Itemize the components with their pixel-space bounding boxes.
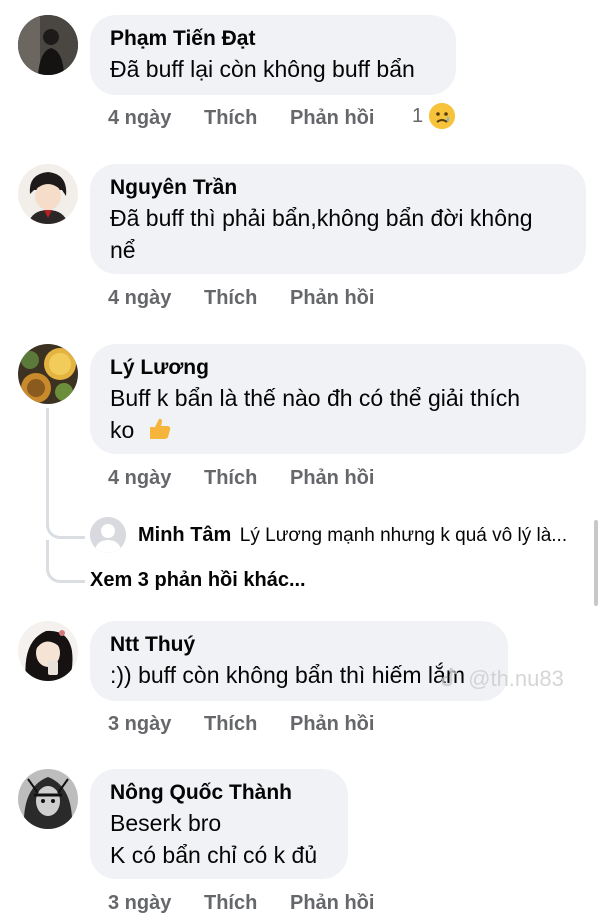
comment-author[interactable]: Ntt Thuý (110, 631, 488, 659)
sad-face-icon (429, 103, 456, 129)
comment-bubble: Nông Quốc Thành Beserk bro K có bẩn chỉ … (90, 769, 348, 879)
reply-button[interactable]: Phản hồi (290, 888, 374, 918)
scrollbar[interactable] (594, 520, 598, 606)
like-button[interactable]: Thích (204, 709, 257, 739)
reply-author[interactable]: Minh Tâm (138, 524, 231, 546)
avatar[interactable] (18, 15, 78, 75)
comment-text: ko (110, 417, 135, 443)
view-more-replies[interactable]: Xem 3 phản hồi khác... (90, 566, 306, 594)
reply-button[interactable]: Phản hồi (290, 283, 374, 313)
comment-time[interactable]: 3 ngày (108, 888, 171, 918)
comment-bubble: Phạm Tiến Đạt Đã buff lại còn không buff… (90, 15, 456, 95)
thumbs-up-icon (147, 415, 173, 449)
comment-text: :)) buff còn không bẩn thì hiếm lắm (110, 662, 465, 688)
thread-branch (46, 512, 85, 539)
reply-button[interactable]: Phản hồi (290, 103, 374, 133)
thread-branch (46, 540, 85, 583)
comment-text: nể (110, 237, 136, 263)
avatar[interactable] (18, 769, 78, 829)
comment-time[interactable]: 3 ngày (108, 709, 171, 739)
reply-button[interactable]: Phản hồi (290, 709, 374, 739)
comment-bubble: Lý Lương Buff k bẩn là thế nào đh có thể… (90, 344, 586, 454)
watermark-text: @th.nu83 (468, 666, 564, 691)
comment-author[interactable]: Nông Quốc Thành (110, 779, 328, 807)
like-button[interactable]: Thích (204, 103, 257, 133)
comment-text: K có bẩn chỉ có k đủ (110, 842, 318, 868)
reaction-count: 1 (412, 104, 424, 127)
comment-time[interactable]: 4 ngày (108, 463, 171, 493)
comment-author[interactable]: Lý Lương (110, 354, 566, 382)
comment-bubble: Nguyên Trần Đã buff thì phải bẩn,không b… (90, 164, 586, 274)
comment-text: Buff k bẩn là thế nào đh có thể giải thí… (110, 385, 521, 411)
comment-time[interactable]: 4 ngày (108, 103, 171, 133)
comment-text: Đã buff thì phải bẩn,không bẩn đời không (110, 205, 533, 231)
comment-author[interactable]: Phạm Tiến Đạt (110, 25, 436, 53)
comment-text: Đã buff lại còn không buff bẩn (110, 56, 415, 82)
reaction-summary[interactable]: 1 (412, 103, 456, 129)
reply-snippet: Lý Lương mạnh nhưng k quá vô lý là... (239, 525, 568, 546)
reply-preview[interactable]: Minh Tâm Lý Lương mạnh nhưng k quá vô lý… (138, 521, 567, 549)
comment-text: Beserk bro (110, 810, 222, 836)
comment-time[interactable]: 4 ngày (108, 283, 171, 313)
reply-avatar[interactable] (90, 517, 126, 553)
avatar[interactable] (18, 344, 78, 404)
avatar[interactable] (18, 164, 78, 224)
tiktok-icon (440, 666, 460, 694)
thread-line (46, 408, 49, 528)
like-button[interactable]: Thích (204, 463, 257, 493)
watermark: @th.nu83 (440, 666, 564, 694)
comment-author[interactable]: Nguyên Trần (110, 174, 566, 202)
like-button[interactable]: Thích (204, 888, 257, 918)
like-button[interactable]: Thích (204, 283, 257, 313)
comment-text-line: ko (110, 414, 566, 449)
reply-button[interactable]: Phản hồi (290, 463, 374, 493)
avatar[interactable] (18, 621, 78, 681)
